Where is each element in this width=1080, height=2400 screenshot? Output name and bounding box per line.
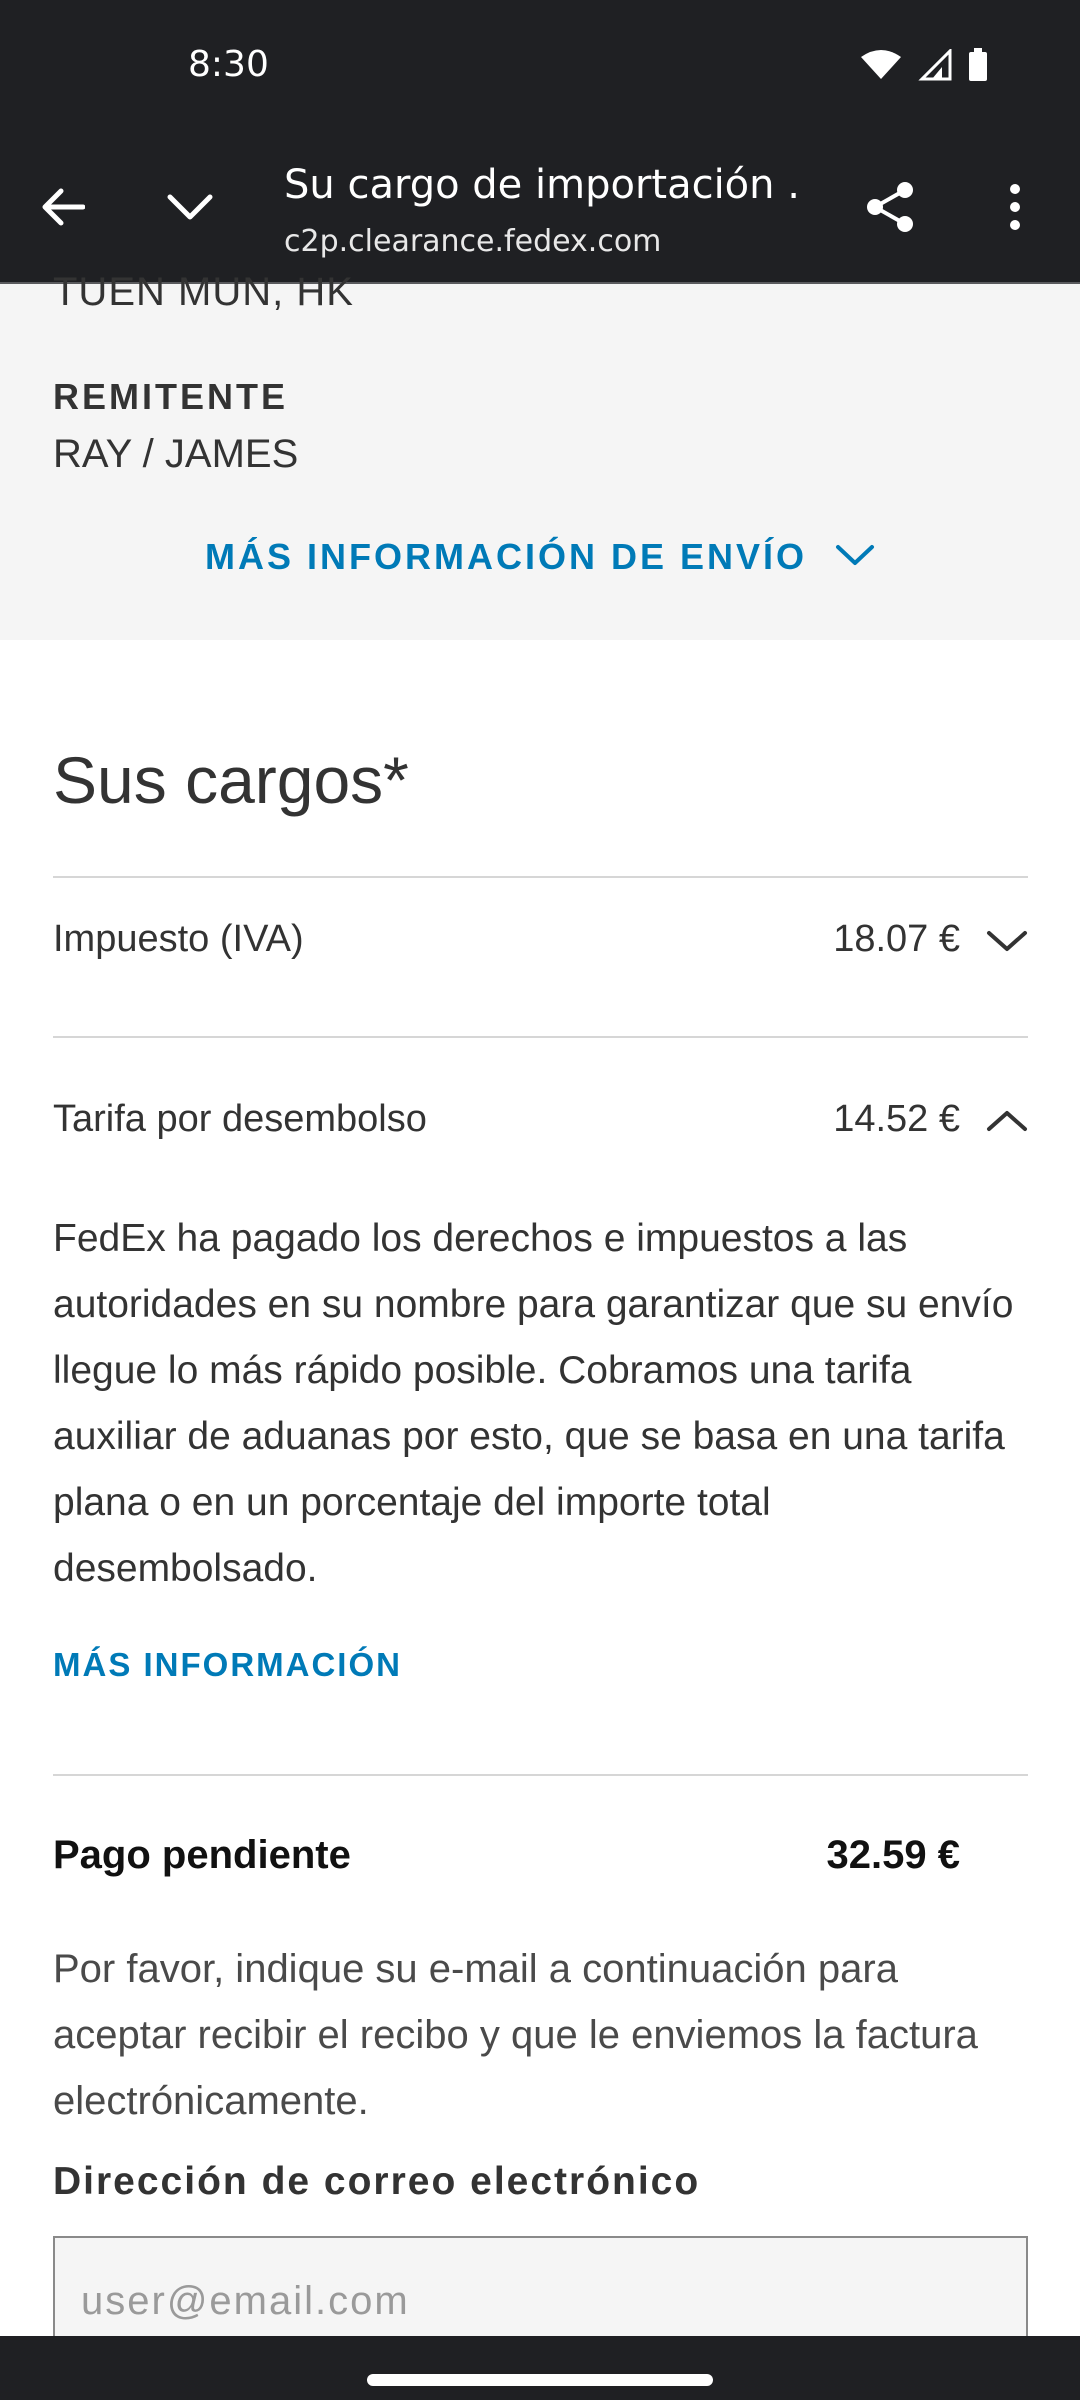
wifi-icon bbox=[860, 49, 902, 86]
page-url: c2p.clearance.fedex.com bbox=[284, 224, 662, 259]
divider bbox=[53, 1774, 1028, 1776]
charges-title: Sus cargos* bbox=[53, 743, 409, 817]
charge-amount: 18.07 € bbox=[833, 918, 960, 960]
status-icons bbox=[860, 47, 988, 87]
share-icon bbox=[865, 181, 915, 238]
disbursement-description: FedEx ha pagado los derechos e impuestos… bbox=[53, 1217, 1014, 1590]
more-shipping-info-label: MÁS INFORMACIÓN DE ENVÍO bbox=[204, 536, 807, 577]
email-note: Por favor, indique su e-mail a continuac… bbox=[53, 1947, 978, 2123]
sender-label: REMITENTE bbox=[53, 376, 289, 417]
origin-location: TUEN MUN, HK bbox=[53, 270, 354, 314]
status-bar: 8:30 bbox=[0, 0, 1080, 134]
custom-tab-toolbar: Su cargo de importación ... c2p.clearanc… bbox=[0, 134, 1080, 284]
share-button[interactable] bbox=[855, 174, 925, 244]
more-shipping-info-link[interactable]: MÁS INFORMACIÓN DE ENVÍO bbox=[0, 536, 1080, 578]
more-options-button[interactable] bbox=[980, 174, 1050, 244]
charge-label: Tarifa por desembolso bbox=[53, 1098, 427, 1140]
system-nav-bar bbox=[0, 2336, 1080, 2400]
back-arrow-icon bbox=[41, 187, 86, 232]
charge-label: Impuesto (IVA) bbox=[53, 918, 304, 960]
email-label: Dirección de correo electrónico bbox=[53, 2160, 701, 2203]
more-info-link[interactable]: MÁS INFORMACIÓN bbox=[53, 1646, 402, 1684]
more-vert-icon bbox=[1009, 183, 1021, 236]
chevron-up-icon[interactable] bbox=[985, 1106, 1029, 1136]
divider bbox=[53, 876, 1028, 878]
minimize-button[interactable] bbox=[155, 174, 225, 244]
chevron-down-icon[interactable] bbox=[985, 926, 1029, 956]
sender-value: RAY / JAMES bbox=[53, 432, 299, 476]
shipment-info-section: TUEN MUN, HK REMITENTE RAY / JAMES MÁS I… bbox=[0, 270, 1080, 640]
signal-icon bbox=[918, 47, 952, 86]
pending-payment-amount: 32.59 € bbox=[826, 1833, 960, 1877]
chevron-down-icon bbox=[835, 543, 875, 572]
divider bbox=[53, 1036, 1028, 1038]
home-gesture-handle[interactable] bbox=[367, 2374, 713, 2386]
page-title: Su cargo de importación ... bbox=[284, 162, 804, 208]
battery-icon bbox=[968, 48, 988, 87]
charge-amount: 14.52 € bbox=[833, 1098, 960, 1140]
status-time: 8:30 bbox=[188, 44, 269, 85]
chevron-down-icon bbox=[166, 192, 214, 227]
back-button[interactable] bbox=[28, 174, 98, 244]
pending-payment-label: Pago pendiente bbox=[53, 1833, 351, 1877]
